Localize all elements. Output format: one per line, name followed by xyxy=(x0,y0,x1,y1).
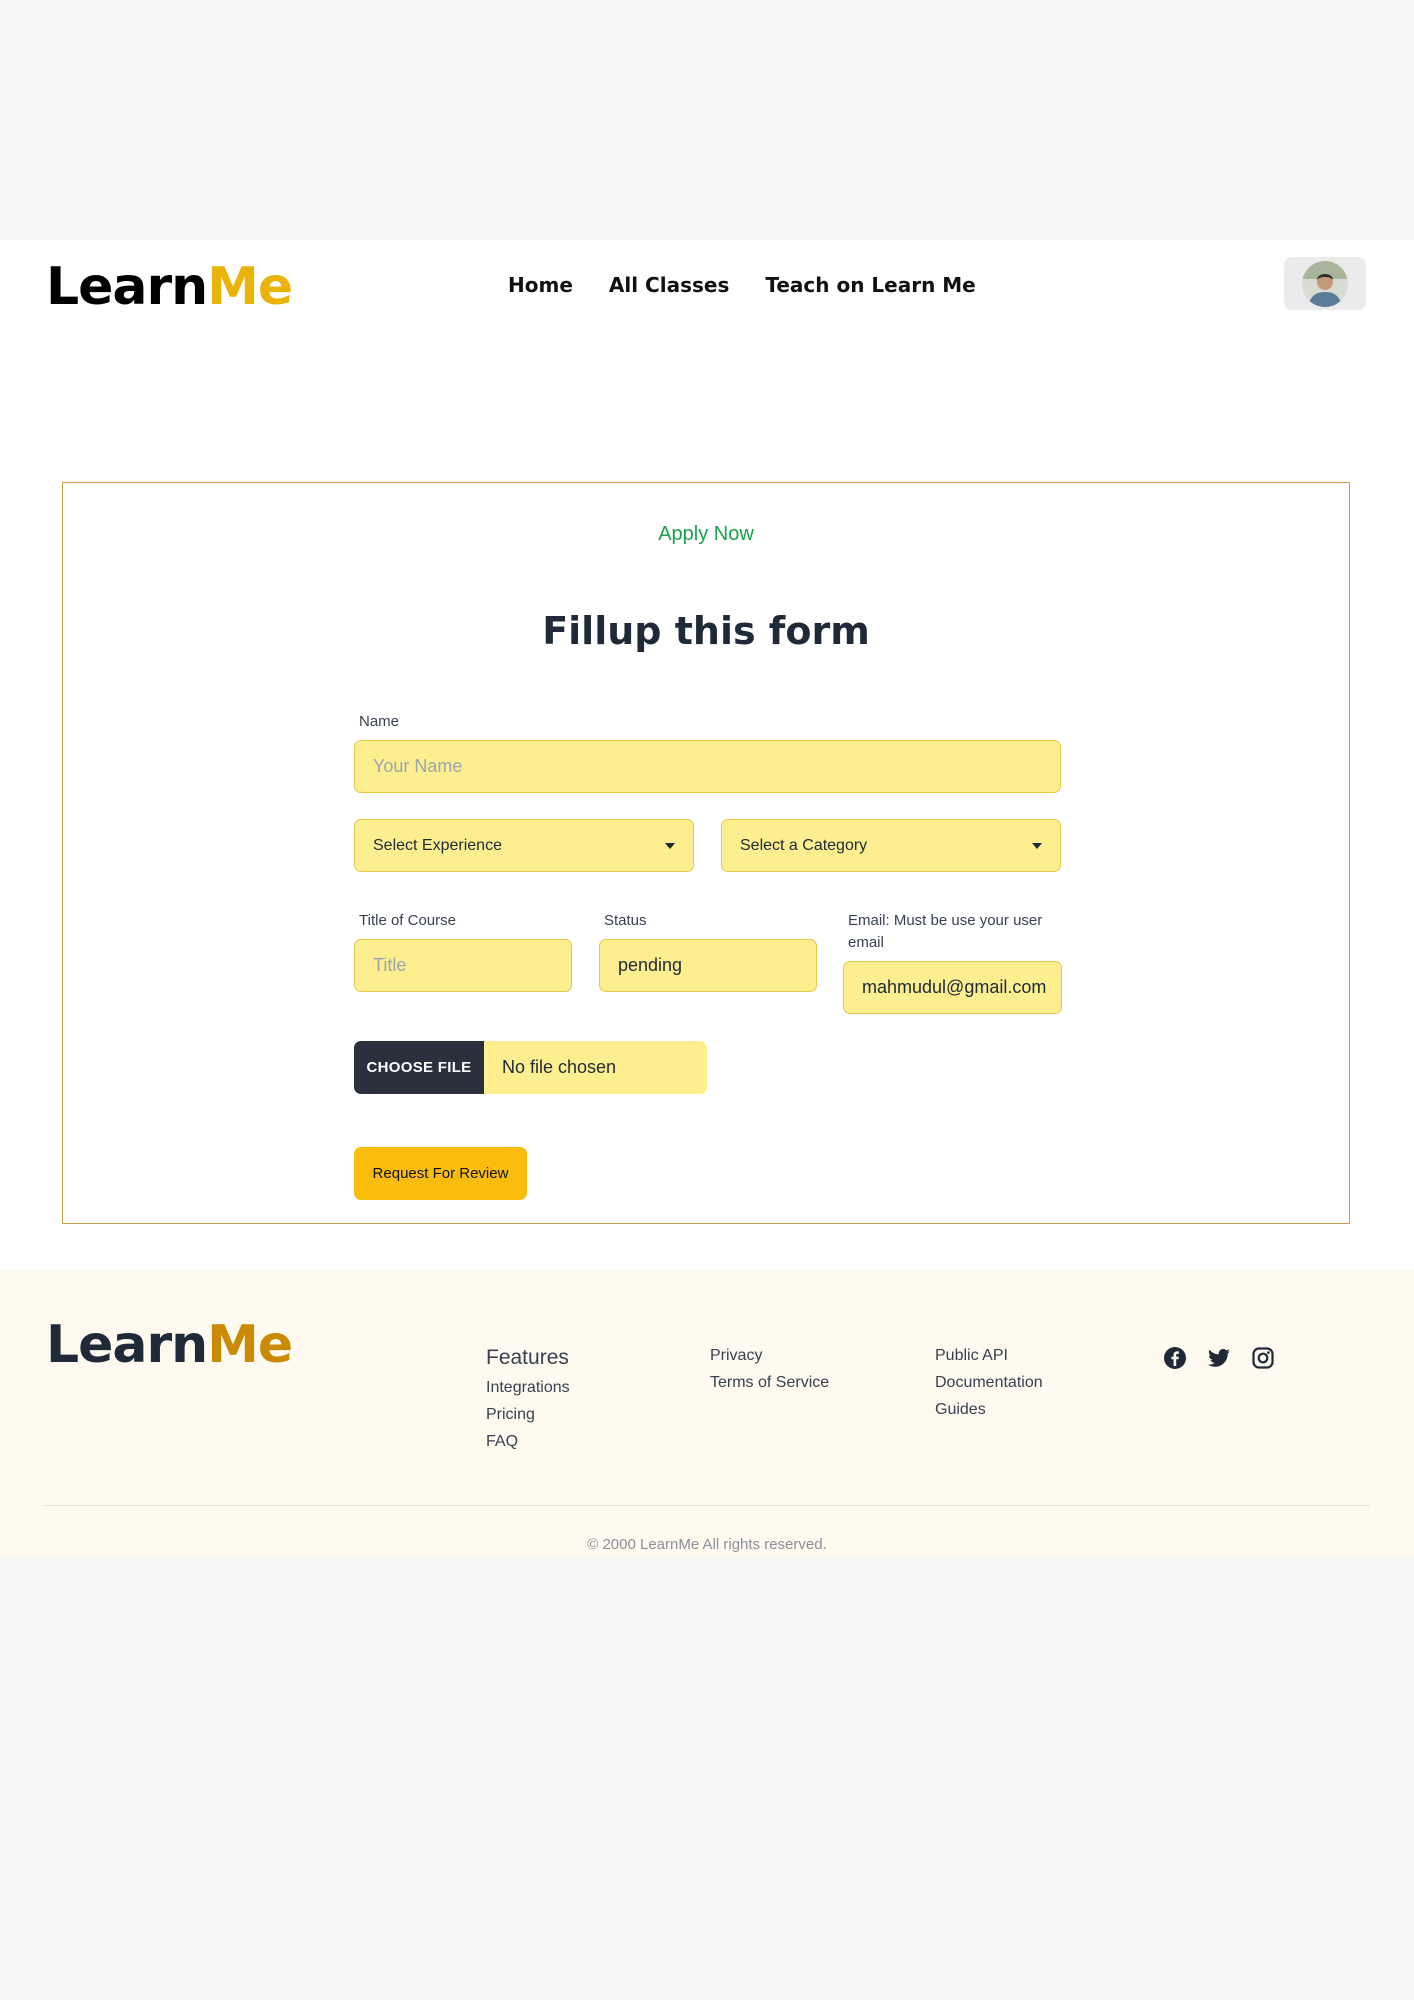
name-input[interactable]: Your Name xyxy=(354,740,1061,793)
nav-link-home[interactable]: Home xyxy=(508,273,573,297)
brand-logo-part-learn: Learn xyxy=(46,257,208,317)
main-section: Apply Now Fillup this form Name Your Nam… xyxy=(0,350,1414,1270)
experience-select[interactable]: Select Experience xyxy=(354,819,694,872)
footer-column-product: Features Integrations Pricing FAQ xyxy=(486,1314,570,1455)
nav-link-all-classes[interactable]: All Classes xyxy=(609,273,729,297)
footer: LearnMe Features Integrations Pricing FA… xyxy=(0,1270,1414,1556)
nav-links: Home All Classes Teach on Learn Me xyxy=(508,273,976,297)
status-label: Status xyxy=(604,912,647,929)
course-title-input[interactable]: Title xyxy=(354,939,572,992)
apply-now-label: Apply Now xyxy=(658,523,754,545)
footer-link-terms[interactable]: Terms of Service xyxy=(710,1369,829,1396)
copyright-text: © 2000 LearnMe All rights reserved. xyxy=(587,1536,827,1553)
footer-column-heading xyxy=(710,1314,829,1336)
footer-link-pricing[interactable]: Pricing xyxy=(486,1401,570,1428)
name-input-placeholder: Your Name xyxy=(373,756,463,776)
footer-link-privacy[interactable]: Privacy xyxy=(710,1342,829,1369)
brand-logo-part-me: Me xyxy=(207,257,293,317)
file-status-text: No file chosen xyxy=(502,1057,617,1077)
request-review-button[interactable]: Request For Review xyxy=(354,1147,527,1200)
footer-column-heading xyxy=(1163,1314,1275,1336)
status-input-value: pending xyxy=(618,955,683,975)
user-menu-button[interactable] xyxy=(1284,257,1366,310)
category-select[interactable]: Select a Category xyxy=(721,819,1061,872)
avatar xyxy=(1302,260,1348,307)
instagram-icon[interactable] xyxy=(1251,1346,1275,1370)
email-input-value: mahmudul@gmail.com xyxy=(862,977,1047,997)
facebook-icon[interactable] xyxy=(1163,1346,1187,1370)
status-input[interactable]: pending xyxy=(599,939,817,992)
footer-link-guides[interactable]: Guides xyxy=(935,1396,1043,1423)
footer-brand-logo[interactable]: LearnMe xyxy=(46,1315,293,1375)
category-select-value: Select a Category xyxy=(740,836,868,854)
navbar: LearnMe Home All Classes Teach on Learn … xyxy=(0,240,1414,350)
chevron-down-icon xyxy=(665,842,675,849)
footer-brand-part-me: Me xyxy=(207,1315,293,1375)
twitter-icon[interactable] xyxy=(1207,1346,1231,1370)
application-form-card: Apply Now Fillup this form Name Your Nam… xyxy=(62,482,1350,1224)
footer-column-heading xyxy=(486,1314,570,1336)
social-links xyxy=(1163,1346,1275,1370)
footer-column-heading xyxy=(935,1314,1043,1336)
footer-column-social xyxy=(1163,1314,1275,1370)
file-upload-input[interactable]: CHOOSE FILE No file chosen xyxy=(354,1041,707,1094)
brand-logo[interactable]: LearnMe xyxy=(46,257,293,317)
email-label: Email: Must be use your user email xyxy=(848,912,1043,951)
footer-link-documentation[interactable]: Documentation xyxy=(935,1369,1043,1396)
footer-link-features[interactable]: Features xyxy=(486,1342,570,1374)
footer-divider xyxy=(44,1505,1370,1506)
choose-file-button[interactable]: CHOOSE FILE xyxy=(354,1041,484,1094)
footer-column-legal: Privacy Terms of Service xyxy=(710,1314,829,1396)
footer-link-integrations[interactable]: Integrations xyxy=(486,1374,570,1401)
course-title-label: Title of Course xyxy=(359,912,456,929)
experience-select-value: Select Experience xyxy=(373,836,502,854)
footer-brand-part-learn: Learn xyxy=(46,1315,208,1375)
email-input[interactable]: mahmudul@gmail.com xyxy=(843,961,1062,1014)
nav-link-teach[interactable]: Teach on Learn Me xyxy=(765,273,975,297)
form-title: Fillup this form xyxy=(542,609,870,653)
chevron-down-icon xyxy=(1032,842,1042,849)
name-label: Name xyxy=(359,713,400,730)
footer-link-faq[interactable]: FAQ xyxy=(486,1428,570,1455)
footer-link-public-api[interactable]: Public API xyxy=(935,1342,1043,1369)
footer-column-developers: Public API Documentation Guides xyxy=(935,1314,1043,1423)
course-title-placeholder: Title xyxy=(373,955,407,975)
